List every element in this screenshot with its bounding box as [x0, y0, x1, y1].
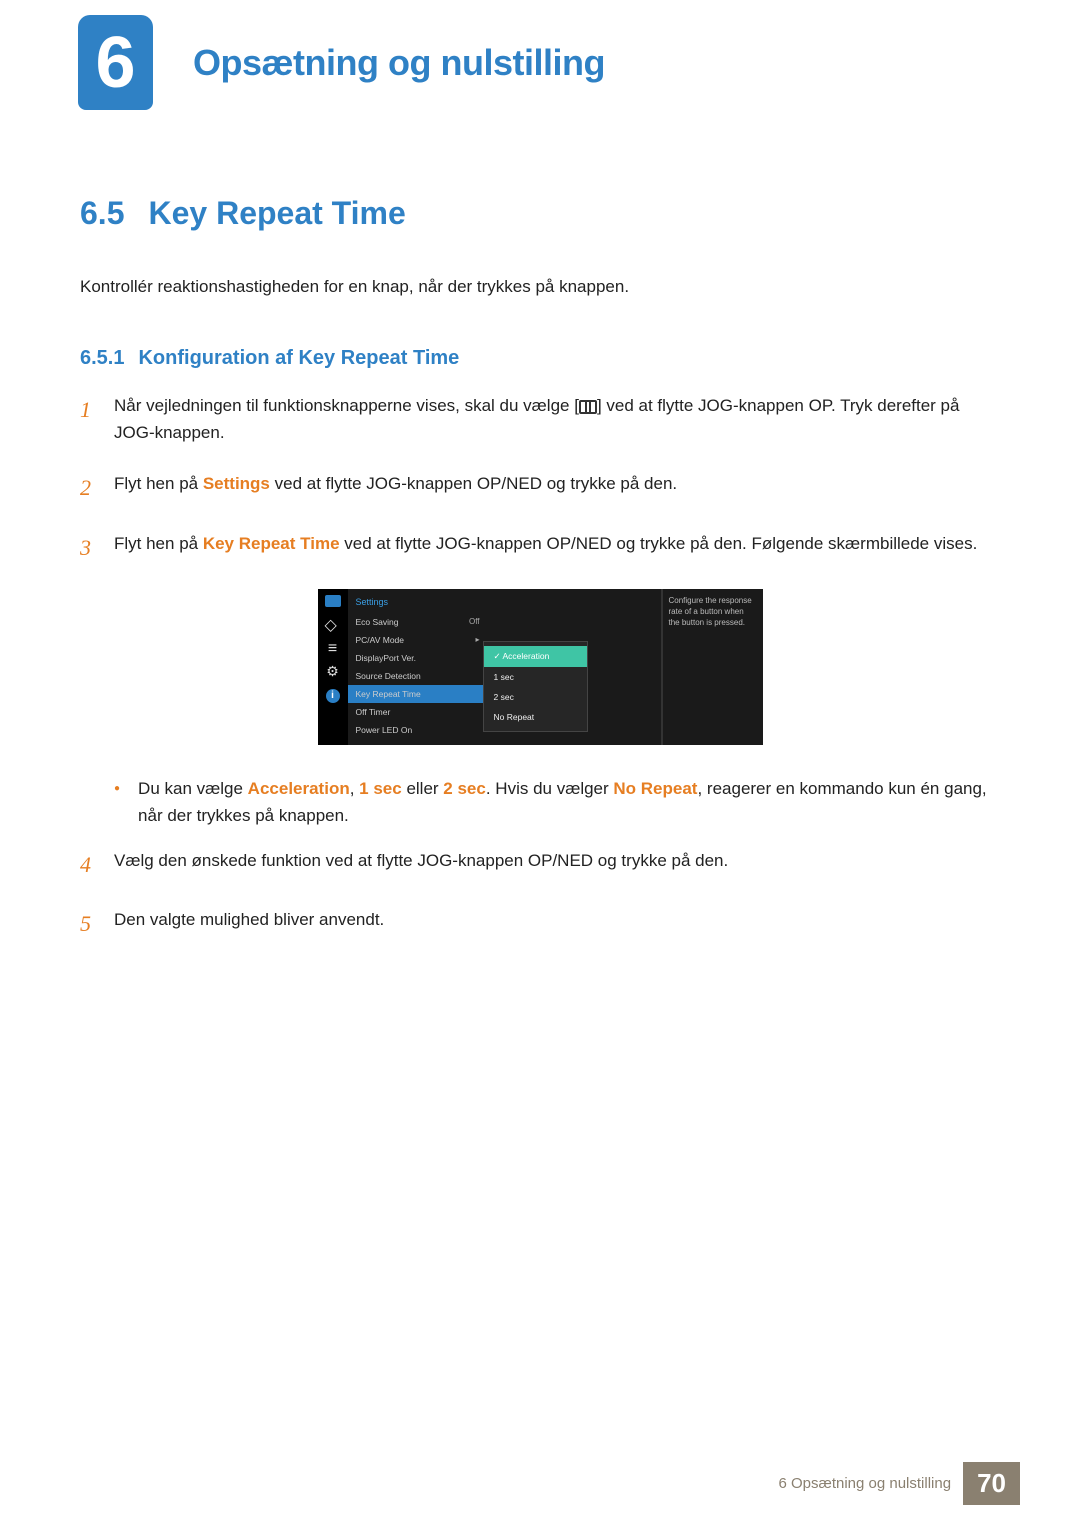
osd-item-label: Power LED On: [356, 725, 413, 735]
highlighted-term: Settings: [203, 474, 270, 493]
step-item: 5 Den valgte mulighed bliver anvendt.: [80, 906, 1000, 941]
osd-menu: Settings Eco Saving Off PC/AV Mode ▸ Displ…: [348, 589, 488, 745]
osd-menu-item: Power LED On: [348, 721, 488, 739]
subsection-number: 6.5.1: [80, 347, 124, 369]
bullet-list: ● Du kan vælge Acceleration, 1 sec eller…: [80, 775, 1000, 829]
step-text: Vælg den ønskede funktion ved at flytte …: [114, 847, 1000, 882]
subsection-title: Konfiguration af Key Repeat Time: [138, 347, 459, 369]
gear-icon: [324, 665, 342, 679]
osd-menu-item-selected: Key Repeat Time: [348, 685, 488, 703]
osd-menu-item: Eco Saving Off: [348, 613, 488, 631]
step-number: 5: [80, 906, 108, 941]
osd-popup: Acceleration 1 sec 2 sec No Repeat: [483, 641, 588, 732]
osd-description: Configure the response rate of a button …: [663, 589, 763, 745]
bullet-text: Du kan vælge Acceleration, 1 sec eller 2…: [138, 775, 1000, 829]
highlighted-term: Key Repeat Time: [203, 534, 340, 553]
step-list: 1 Når vejledningen til funktionsknappern…: [80, 392, 1000, 565]
section-intro: Kontrollér reaktionshastigheden for en k…: [80, 277, 1000, 297]
osd-menu-item: Off Timer: [348, 703, 488, 721]
osd-popup-item: 2 sec: [484, 687, 587, 707]
text-fragment: Flyt hen på: [114, 474, 203, 493]
osd-item-value: ▸: [475, 635, 479, 645]
menu-icon: [579, 400, 597, 414]
osd-item-label: Off Timer: [356, 707, 391, 717]
osd-menu-item: PC/AV Mode ▸: [348, 631, 488, 649]
step-number: 4: [80, 847, 108, 882]
info-icon: i: [326, 689, 340, 703]
osd-item-label: Eco Saving: [356, 617, 399, 627]
page-footer: 6 Opsætning og nulstilling 70: [778, 1462, 1020, 1505]
text-fragment: Flyt hen på: [114, 534, 203, 553]
step-item: 2 Flyt hen på Settings ved at flytte JOG…: [80, 470, 1000, 505]
osd-popup-item-active: Acceleration: [484, 646, 587, 667]
section-number: 6.5: [80, 195, 124, 231]
section-title: Key Repeat Time: [148, 195, 405, 231]
osd-popup-item: No Repeat: [484, 707, 587, 727]
text-fragment: Når vejledningen til funktionsknapperne …: [114, 396, 579, 415]
step-text: Flyt hen på Key Repeat Time ved at flytt…: [114, 530, 1000, 565]
text-fragment: Du kan vælge: [138, 779, 248, 798]
step-list-continued: 4 Vælg den ønskede funktion ved at flytt…: [80, 847, 1000, 941]
subsection-heading: 6.5.1 Konfiguration af Key Repeat Time: [80, 347, 1000, 370]
osd-menu-item: Source Detection: [348, 667, 488, 685]
highlighted-term: No Repeat: [613, 779, 697, 798]
monitor-icon: [325, 595, 341, 607]
section-heading: 6.5 Key Repeat Time: [80, 195, 1000, 232]
step-text: Når vejledningen til funktionsknapperne …: [114, 392, 1000, 446]
bullet-item: ● Du kan vælge Acceleration, 1 sec eller…: [114, 775, 1000, 829]
osd-item-label: Key Repeat Time: [356, 689, 421, 699]
osd-screenshot: i Settings Eco Saving Off PC/AV Mode ▸ Dis…: [80, 589, 1000, 745]
step-number: 1: [80, 392, 108, 446]
chapter-number: 6: [78, 15, 153, 110]
highlighted-term: Acceleration: [248, 779, 350, 798]
text-fragment: ved at flytte JOG-knappen OP/NED og tryk…: [270, 474, 677, 493]
page-number: 70: [963, 1462, 1020, 1505]
step-item: 1 Når vejledningen til funktionsknappern…: [80, 392, 1000, 446]
osd-item-label: DisplayPort Ver.: [356, 653, 416, 663]
osd-item-label: Source Detection: [356, 671, 421, 681]
highlighted-term: 2 sec: [443, 779, 486, 798]
text-fragment: . Hvis du vælger: [486, 779, 614, 798]
step-item: 4 Vælg den ønskede funktion ved at flytt…: [80, 847, 1000, 882]
step-number: 3: [80, 530, 108, 565]
highlighted-term: 1 sec: [359, 779, 402, 798]
footer-text: 6 Opsætning og nulstilling: [778, 1475, 951, 1492]
osd-item-label: PC/AV Mode: [356, 635, 405, 645]
text-fragment: ved at flytte JOG-knappen OP/NED og tryk…: [340, 534, 978, 553]
osd-item-value: Off: [469, 617, 480, 627]
step-text: Flyt hen på Settings ved at flytte JOG-k…: [114, 470, 1000, 505]
text-fragment: eller: [402, 779, 444, 798]
list-icon: [325, 643, 341, 655]
step-text: Den valgte mulighed bliver anvendt.: [114, 906, 1000, 941]
text-fragment: ,: [350, 779, 359, 798]
osd-icon-column: i: [318, 589, 348, 745]
arrows-icon: [325, 617, 341, 633]
bullet-icon: ●: [114, 781, 120, 829]
chapter-title: Opsætning og nulstilling: [193, 42, 605, 84]
osd-menu-title: Settings: [348, 595, 488, 613]
osd-menu-item: DisplayPort Ver.: [348, 649, 488, 667]
step-number: 2: [80, 470, 108, 505]
chapter-header: 6 Opsætning og nulstilling: [0, 15, 1080, 110]
osd-popup-item: 1 sec: [484, 667, 587, 687]
step-item: 3 Flyt hen på Key Repeat Time ved at fly…: [80, 530, 1000, 565]
